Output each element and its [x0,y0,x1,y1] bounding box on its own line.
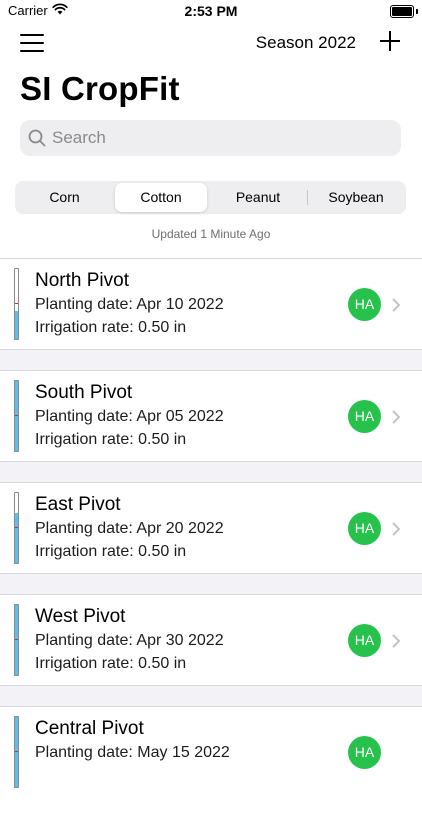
chevron-right-icon [392,298,401,317]
gauge-fill [15,512,18,563]
crop-segmented-control: Corn Cotton Peanut Soybean [15,181,406,214]
field-name: Central Pivot [35,718,144,739]
tab-corn[interactable]: Corn [17,183,112,212]
last-updated-label: Updated 1 Minute Ago [151,227,271,241]
gauge-fill [15,605,18,675]
chevron-right-icon [392,410,401,429]
water-level-gauge [14,604,19,676]
gauge-fill [15,311,18,339]
tab-soybean[interactable]: Soybean [308,183,404,212]
water-level-gauge [14,380,19,452]
field-name: North Pivot [35,270,129,291]
search-bar[interactable] [20,120,401,156]
tab-peanut[interactable]: Peanut [210,183,306,212]
gauge-threshold-mark [15,527,18,528]
irrigation-rate: Irrigation rate: 0.50 in [35,431,187,448]
add-button[interactable] [380,31,400,51]
menu-button[interactable] [20,32,44,54]
irrigation-rate: Irrigation rate: 0.50 in [35,655,187,672]
season-selector[interactable]: Season 2022 [256,33,356,53]
section-gap [0,574,422,594]
section-gap [0,350,422,370]
water-level-gauge [14,492,19,564]
field-name: West Pivot [35,606,126,627]
planting-date: Planting date: May 15 2022 [35,744,230,761]
section-gap [0,462,422,482]
page-title: SI CropFit [20,70,180,107]
field-name: East Pivot [35,494,121,515]
gauge-threshold-mark [15,303,18,304]
irrigation-rate: Irrigation rate: 0.50 in [35,543,187,560]
planting-date: Planting date: Apr 05 2022 [35,408,224,425]
planting-date: Planting date: Apr 30 2022 [35,632,224,649]
battery-icon [390,5,414,18]
planting-date: Planting date: Apr 10 2022 [35,296,224,313]
search-input[interactable] [52,120,392,156]
field-row[interactable]: Central Pivot Planting date: May 15 2022… [0,706,422,818]
gauge-fill [15,381,18,451]
gauge-threshold-mark [15,639,18,640]
search-icon [28,129,46,152]
gauge-threshold-mark [15,751,18,752]
water-level-gauge [14,716,19,788]
status-badge: HA [348,288,381,321]
navigation-bar: Season 2022 [0,28,422,58]
status-bar: Carrier 2:53 PM [0,0,422,24]
chevron-right-icon [392,634,401,653]
field-name: South Pivot [35,382,133,403]
section-gap [0,686,422,706]
clock: 2:53 PM [184,3,238,19]
planting-date: Planting date: Apr 20 2022 [35,520,224,537]
status-badge: HA [348,400,381,433]
status-badge: HA [348,624,381,657]
tab-cotton[interactable]: Cotton [115,183,207,212]
status-badge: HA [348,512,381,545]
chevron-right-icon [392,522,401,541]
status-badge: HA [348,736,381,769]
irrigation-rate: Irrigation rate: 0.50 in [35,319,187,336]
gauge-fill [15,717,18,787]
battery-tip [416,9,418,14]
water-level-gauge [14,268,19,340]
gauge-threshold-mark [15,415,18,416]
